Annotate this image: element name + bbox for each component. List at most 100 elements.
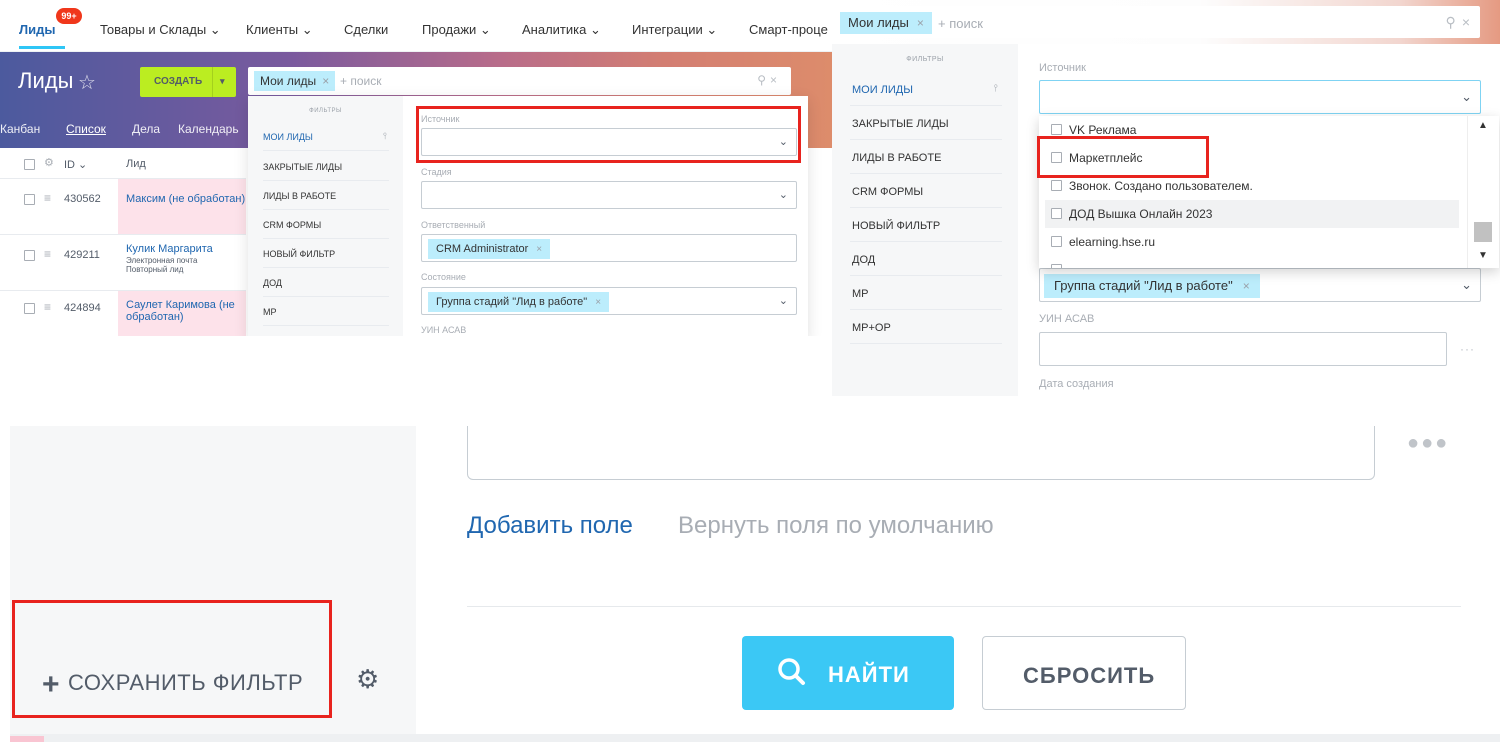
- lead-name-link[interactable]: Максим (не обработан): [126, 193, 245, 205]
- more-icon[interactable]: ···: [1460, 342, 1475, 356]
- filter-item-new[interactable]: НОВЫЙ ФИЛЬТР: [850, 208, 1002, 242]
- view-calendar[interactable]: Календарь: [178, 122, 239, 136]
- search-placeholder[interactable]: + поиск: [938, 16, 983, 31]
- find-button[interactable]: НАЙТИ: [742, 636, 954, 710]
- nav-sales[interactable]: Продажи ⌄: [422, 22, 491, 38]
- view-kanban[interactable]: Канбан: [0, 122, 40, 136]
- nav-deals[interactable]: Сделки: [344, 22, 388, 37]
- reset-button[interactable]: СБРОСИТЬ: [982, 636, 1186, 710]
- filter-item-in-work[interactable]: ЛИДЫ В РАБОТЕ: [850, 140, 1002, 174]
- scroll-down-icon[interactable]: ▼: [1478, 250, 1488, 261]
- filter-tag[interactable]: Мои лиды ×: [254, 71, 336, 91]
- view-activities[interactable]: Дела: [132, 122, 160, 136]
- pin-icon[interactable]: ⫯: [994, 83, 998, 94]
- create-button[interactable]: создать ▾: [140, 67, 236, 97]
- scroll-up-icon[interactable]: ▲: [1478, 120, 1488, 131]
- filter-tag[interactable]: Мои лиды ×: [840, 12, 932, 34]
- filter-item-crm-forms[interactable]: CRM ФОРМЫ: [850, 174, 1002, 208]
- list-item[interactable]: [1045, 256, 1459, 268]
- settings-gear-icon[interactable]: ⚙: [44, 156, 54, 169]
- option-checkbox[interactable]: [1051, 180, 1062, 191]
- table-row[interactable]: ≡ 430562 Максим (не обработан): [0, 178, 246, 234]
- search-bar[interactable]: Мои лиды × + поиск ⚲×: [838, 6, 1480, 38]
- filter-item-label: CRM ФОРМЫ: [263, 220, 322, 230]
- search-bar[interactable]: Мои лиды × + поиск ⚲×: [248, 67, 791, 95]
- scroll-thumb[interactable]: [1474, 222, 1492, 242]
- clear-icon[interactable]: ×: [1462, 14, 1476, 30]
- view-list[interactable]: Список: [66, 122, 106, 136]
- state-tag-label: Группа стадий "Лид в работе": [1054, 278, 1233, 293]
- filter-item-crm-forms[interactable]: CRM ФОРМЫ: [263, 210, 389, 239]
- more-icon[interactable]: ●●●: [1407, 432, 1449, 455]
- gear-icon[interactable]: ⚙: [356, 664, 379, 695]
- row-menu-icon[interactable]: ≡: [44, 300, 51, 314]
- close-icon[interactable]: ×: [322, 74, 329, 88]
- column-lead-header[interactable]: Лид: [126, 158, 146, 170]
- option-checkbox[interactable]: [1051, 264, 1062, 268]
- column-id-header[interactable]: ID ⌄: [64, 158, 87, 171]
- filter-item-dod[interactable]: ДОД: [850, 242, 1002, 276]
- nav-clients[interactable]: Клиенты ⌄: [246, 22, 313, 38]
- field-label-source: Источник: [1039, 62, 1086, 74]
- filter-item-in-work[interactable]: ЛИДЫ В РАБОТЕ: [263, 181, 389, 210]
- close-icon[interactable]: ×: [917, 16, 924, 30]
- filter-item-label: ДОД: [852, 254, 876, 266]
- row-checkbox[interactable]: [24, 303, 35, 314]
- row-menu-icon[interactable]: ≡: [44, 191, 51, 205]
- filter-item-closed[interactable]: ЗАКРЫТЫЕ ЛИДЫ: [263, 152, 389, 181]
- responsible-field[interactable]: CRM Administrator ×: [421, 234, 797, 262]
- lead-name-link[interactable]: Кулик Маргарита: [126, 243, 213, 255]
- state-select[interactable]: Группа стадий "Лид в работе" × ⌄: [421, 287, 797, 315]
- filter-item-my-leads[interactable]: МОИ ЛИДЫ ⫯: [263, 122, 389, 151]
- scrollbar[interactable]: ▲ ▼: [1467, 116, 1499, 268]
- search-icon[interactable]: ⚲: [1446, 14, 1462, 30]
- close-icon[interactable]: ×: [1243, 279, 1250, 293]
- responsible-tag[interactable]: CRM Administrator ×: [428, 239, 551, 259]
- add-field-link[interactable]: Добавить поле: [467, 512, 633, 540]
- filter-item-mr[interactable]: МР: [850, 276, 1002, 310]
- chevron-down-icon: ⌄: [778, 295, 788, 307]
- state-tag[interactable]: Группа стадий "Лид в работе" ×: [428, 292, 610, 312]
- lead-name-link[interactable]: Саулет Каримова (не: [126, 299, 235, 311]
- row-checkbox[interactable]: [24, 194, 35, 205]
- search-icon[interactable]: ⚲: [757, 73, 770, 87]
- filter-item-mr-or[interactable]: МР+ОР: [850, 310, 1002, 344]
- nav-integrations[interactable]: Интеграции ⌄: [632, 22, 717, 38]
- filter-item-dod[interactable]: ДОД: [263, 268, 389, 297]
- search-placeholder[interactable]: + поиск: [340, 74, 381, 88]
- list-item[interactable]: elearning.hse.ru: [1045, 228, 1459, 256]
- filter-item-closed[interactable]: ЗАКРЫТЫЕ ЛИДЫ: [850, 106, 1002, 140]
- nav-leads[interactable]: Лиды: [19, 22, 55, 37]
- table-row[interactable]: ≡ 424894 Саулет Каримова (не обработан): [0, 290, 246, 336]
- source-select[interactable]: ⌄: [1039, 80, 1481, 114]
- close-icon[interactable]: ×: [595, 297, 601, 308]
- last-field-input[interactable]: [467, 426, 1375, 480]
- nav-smart-processes[interactable]: Смарт-проце: [749, 22, 828, 37]
- nav-products[interactable]: Товары и Склады ⌄: [100, 22, 221, 38]
- option-checkbox[interactable]: [1051, 236, 1062, 247]
- restore-default-fields-link[interactable]: Вернуть поля по умолчанию: [678, 512, 994, 540]
- chevron-down-icon[interactable]: ▾: [220, 76, 225, 87]
- select-all-checkbox[interactable]: [24, 159, 35, 170]
- clear-icon[interactable]: ×: [770, 73, 781, 87]
- close-icon[interactable]: ×: [536, 244, 542, 255]
- pin-icon[interactable]: ⫯: [383, 131, 387, 142]
- lead-name-link-cont[interactable]: обработан): [126, 311, 184, 323]
- list-item[interactable]: ДОД Вышка Онлайн 2023: [1045, 200, 1459, 228]
- row-menu-icon[interactable]: ≡: [44, 247, 51, 261]
- nav-analytics[interactable]: Аналитика ⌄: [522, 22, 601, 38]
- table-row[interactable]: ≡ 429211 Кулик Маргарита Электронная поч…: [0, 234, 246, 290]
- highlight-save-filter: [12, 600, 332, 718]
- star-icon[interactable]: ☆: [78, 70, 96, 95]
- option-checkbox[interactable]: [1051, 124, 1062, 135]
- state-select[interactable]: Группа стадий "Лид в работе" × ⌄: [1039, 268, 1481, 302]
- filter-item-my-leads[interactable]: МОИ ЛИДЫ ⫯: [850, 72, 1002, 106]
- filters-header: ФИЛЬТРЫ: [906, 56, 944, 63]
- filter-item-mr[interactable]: МР: [263, 297, 389, 326]
- state-tag[interactable]: Группа стадий "Лид в работе" ×: [1044, 274, 1260, 298]
- filter-item-new[interactable]: НОВЫЙ ФИЛЬТР: [263, 239, 389, 268]
- stage-select[interactable]: ⌄: [421, 181, 797, 209]
- uin-input[interactable]: [1039, 332, 1447, 366]
- row-checkbox[interactable]: [24, 250, 35, 261]
- option-checkbox[interactable]: [1051, 208, 1062, 219]
